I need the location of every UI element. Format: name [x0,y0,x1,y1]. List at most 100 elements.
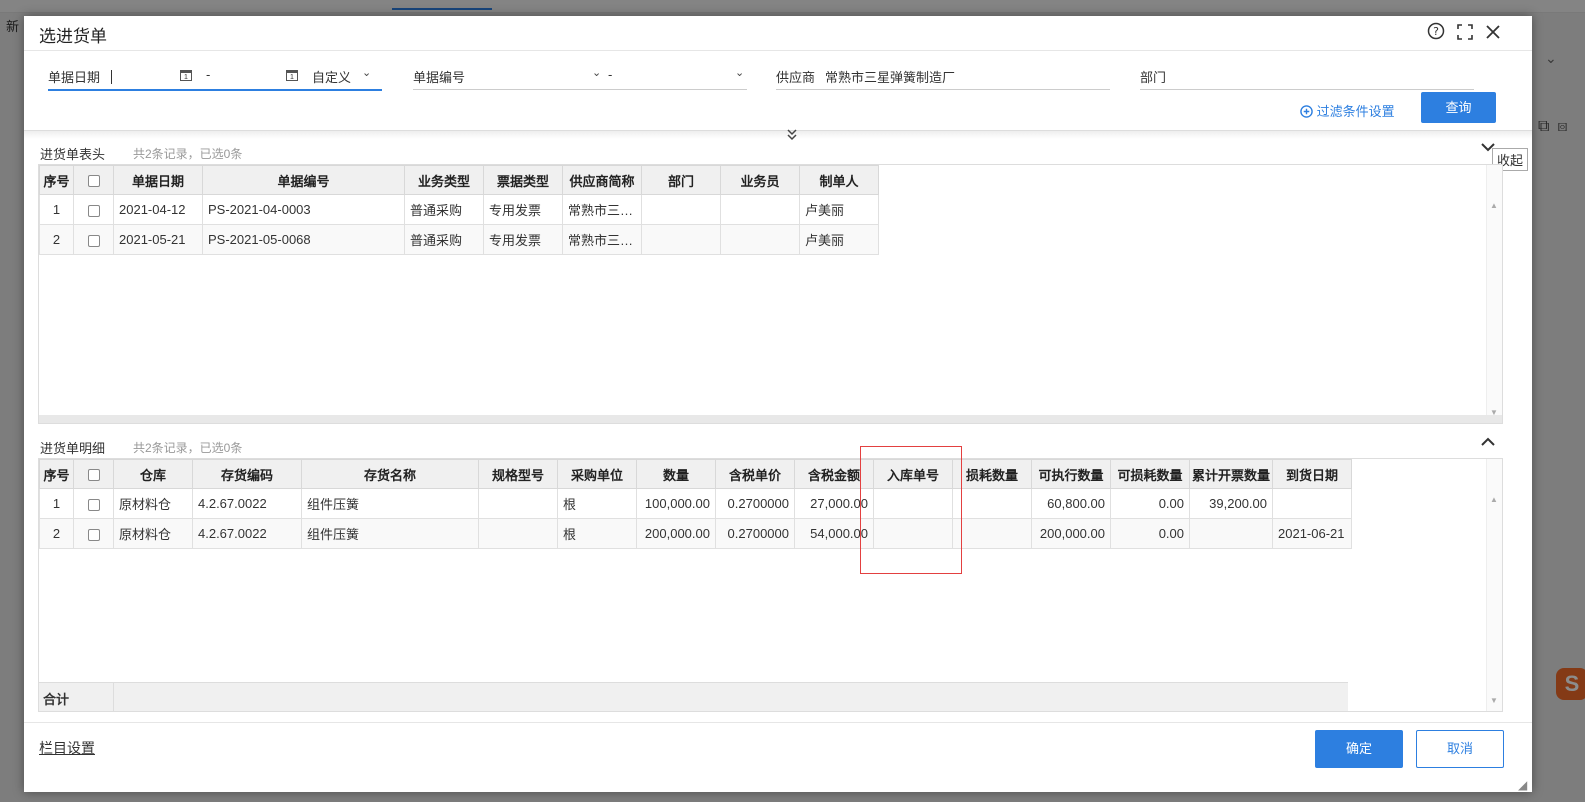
table-cell [478,518,558,549]
header-grid-hscrollbar[interactable] [39,415,1502,423]
scroll-down-icon[interactable]: ▼ [1490,696,1498,705]
table-cell: 27,000.00 [794,488,874,519]
column-header: 规格型号 [478,459,558,489]
column-header: 业务员 [720,165,800,195]
checkbox-icon[interactable] [87,204,100,217]
chevron-down-icon[interactable]: ⌄ [592,66,601,79]
scroll-up-icon[interactable]: ▲ [1490,495,1498,504]
close-icon[interactable] [1483,22,1503,42]
column-header: 部门 [641,165,721,195]
column-header: 制单人 [799,165,879,195]
header_section-header-row: 序号 单据日期 单据编号 业务类型 票据类型 供应商简称 部门 业务员 制单人 [39,165,879,195]
supplier-value[interactable]: 常熟市三星弹簧制造厂 [825,67,955,86]
column-header: 业务类型 [404,165,484,195]
column-header: 单据日期 [113,165,203,195]
confirm-button[interactable]: 确定 [1315,730,1403,768]
table-cell: 普通采购 [404,194,484,225]
supplier-filter[interactable]: 供应商 常熟市三星弹簧制造厂 [776,66,1110,90]
total-row: 合计 [39,682,1348,711]
table-cell: 1 [39,194,74,225]
table-row[interactable]: 2 原材料仓 4.2.67.0022 组件压簧根 200,000.00 0.2700000… [39,518,1353,549]
calendar-start-icon[interactable]: 1 [180,70,192,81]
checkbox-icon[interactable] [87,469,100,482]
table-cell: 专用发票 [483,224,563,255]
column-header: 供应商简称 [562,165,642,195]
header-section-summary: 共2条记录，已选0条 [133,147,243,161]
column-header: 可损耗数量 [1110,459,1190,489]
table-cell [720,224,800,255]
scroll-up-icon[interactable]: ▲ [1490,201,1498,210]
help-icon[interactable]: ? [1426,22,1446,42]
table-cell: 0.2700000 [715,488,795,519]
chevron-down-icon[interactable]: ⌄ [362,66,371,79]
table-row[interactable]: 1 2021-04-12 PS-2021-04-0003 普通采购 专用发票 常熟市三… 卢… [39,194,879,225]
table-cell: 2021-06-21 [1272,518,1353,549]
detail-table: 序号 仓库 存货编码 存货名称 规格型号 采购单位 数量 含税单价 含税金额 入库单号 损耗数量 可执… [39,459,1353,549]
table-cell: 卢美丽 [799,194,879,225]
select-all-checkbox[interactable] [73,459,114,489]
detail-section-title: 进货单明细 [40,441,106,456]
detail_section-header-row: 序号 仓库 存货编码 存货名称 规格型号 采购单位 数量 含税单价 含税金额 入库单号 损耗数量 可执… [39,459,1353,489]
supplier-label: 供应商 [776,70,816,85]
table-cell [952,488,1032,519]
table-cell: 54,000.00 [794,518,874,549]
maximize-icon[interactable] [1455,22,1475,42]
department-label: 部门 [1140,70,1167,85]
table-row[interactable]: 2 2021-05-21 PS-2021-05-0068 普通采购 专用发票 常熟市三… 卢… [39,224,879,255]
select-all-checkbox[interactable] [73,165,114,195]
calendar-end-icon[interactable]: 1 [286,70,298,81]
table-cell: PS-2021-05-0068 [202,224,405,255]
department-filter[interactable]: 部门 [1140,66,1474,90]
column-header: 存货名称 [301,459,479,489]
table-cell: 1 [39,488,74,519]
table-cell [720,194,800,225]
cancel-button[interactable]: 取消 [1416,730,1504,768]
column-header: 存货编码 [192,459,302,489]
checkbox-icon[interactable] [87,498,100,511]
date-mode-select[interactable]: 自定义 [312,67,351,86]
table-cell: 根 [557,488,637,519]
chevron-down-icon[interactable]: ⌄ [735,66,744,79]
filter-settings-link[interactable]: 过滤条件设置 [1300,101,1395,120]
resize-handle-icon[interactable]: ◢ [1518,778,1527,792]
table-row[interactable]: 1 原材料仓 4.2.67.0022 组件压簧 根 100,000.00 0.2700000… [39,488,1353,519]
checkbox-icon[interactable] [87,528,100,541]
row-checkbox[interactable] [73,194,114,225]
row-checkbox[interactable] [73,518,114,549]
column-settings-link[interactable]: 栏目设置 [39,738,95,758]
table-cell: 原材料仓 [113,488,193,519]
table-cell: 2021-04-12 [113,194,203,225]
total-cell-divider [113,683,114,711]
table-cell: 组件压簧 [301,488,479,519]
column-header: 序号 [39,165,74,195]
table-cell [641,224,721,255]
plus-circle-icon [1300,105,1313,118]
collapse-filter-icon[interactable] [786,128,798,145]
table-cell [1272,488,1353,519]
checkbox-icon[interactable] [87,234,100,247]
dialog-header: 选进货单 ? [24,16,1532,51]
table-cell [873,488,953,519]
row-checkbox[interactable] [73,224,114,255]
header-grid-scrollbar[interactable]: ▲ ▼ [1486,165,1502,423]
row-checkbox[interactable] [73,488,114,519]
filter-divider [24,130,1532,139]
table-cell: PS-2021-04-0003 [202,194,405,225]
column-header: 到货日期 [1272,459,1353,489]
query-button[interactable]: 查询 [1421,92,1496,123]
table-cell [478,488,558,519]
table-cell: 60,800.00 [1031,488,1111,519]
chevron-up-icon[interactable] [1480,435,1496,451]
column-header: 单据编号 [202,165,405,195]
column-header: 票据类型 [483,165,563,195]
table-cell [952,518,1032,549]
table-cell [641,194,721,225]
table-cell: 原材料仓 [113,518,193,549]
detail-grid-scrollbar[interactable]: ▲ ▼ [1486,459,1502,711]
checkbox-icon[interactable] [87,175,100,188]
table-cell: 卢美丽 [799,224,879,255]
doc-number-label: 单据编号 [413,70,466,85]
table-cell: 2 [39,224,74,255]
table-cell: 100,000.00 [636,488,716,519]
table-cell: 200,000.00 [636,518,716,549]
